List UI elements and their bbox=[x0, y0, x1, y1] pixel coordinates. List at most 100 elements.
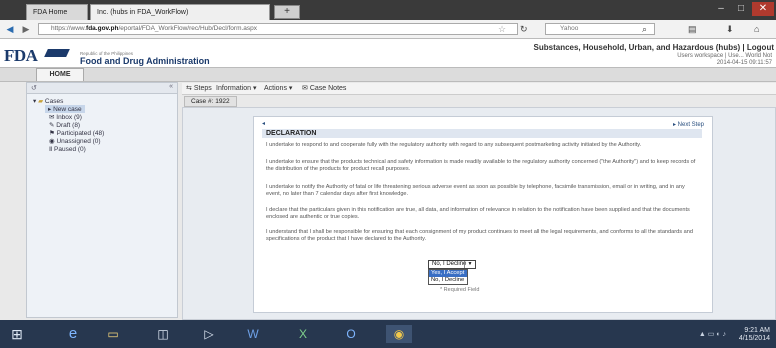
previous-step-icon[interactable]: ◂ bbox=[262, 120, 265, 127]
tab-fda-home[interactable]: FDA Home bbox=[26, 4, 88, 20]
new-tab-button[interactable]: + bbox=[274, 5, 300, 19]
chevron-down-icon: ▾ bbox=[252, 85, 257, 92]
sidebar-item-label: Paused (0) bbox=[54, 146, 86, 153]
home-icon[interactable]: ⌂ bbox=[754, 23, 759, 35]
chrome-icon[interactable]: ◉ bbox=[386, 325, 412, 343]
cases-sidebar: ↺ « ▾ ▰ Cases ▸ New case ✉ Inbox (9) ✎ D… bbox=[26, 82, 178, 318]
url-domain: fda.gov.ph bbox=[86, 25, 119, 32]
back-icon[interactable]: ◀ bbox=[4, 23, 16, 35]
session-date: 2014-04-15 09:11:57 bbox=[716, 60, 772, 66]
paused-icon: Ⅱ bbox=[49, 146, 53, 153]
actions-label: Actions bbox=[264, 85, 287, 92]
collapse-icon[interactable]: « bbox=[169, 83, 173, 90]
maximize-button[interactable]: □ bbox=[732, 2, 750, 16]
forward-icon[interactable]: ▶ bbox=[20, 23, 32, 35]
steps-button[interactable]: ⇆ Steps bbox=[186, 84, 212, 92]
sidebar-item-draft[interactable]: ✎ Draft (8) bbox=[49, 121, 80, 129]
notes-icon: ✉ bbox=[302, 85, 308, 92]
app-title[interactable]: Substances, Household, Urban, and Hazard… bbox=[534, 43, 774, 52]
tab-workflow[interactable]: Inc. (hubs in FDA_WorkFlow) bbox=[90, 4, 270, 20]
url-prefix: https://www. bbox=[51, 25, 87, 32]
internet-explorer-icon[interactable]: e bbox=[60, 325, 86, 343]
required-field-note: * Required Field bbox=[440, 287, 480, 293]
download-icon[interactable]: ⬇ bbox=[726, 23, 734, 35]
folder-icon: ▰ bbox=[38, 98, 44, 105]
clock-time: 9:21 AM bbox=[744, 327, 770, 334]
sidebar-item-unassigned[interactable]: ◉ Unassigned (0) bbox=[49, 137, 101, 145]
system-tray-icons[interactable]: ▲ ▭ ◐ ♪ bbox=[699, 330, 726, 338]
inbox-icon: ✉ bbox=[49, 114, 55, 121]
store-icon[interactable]: ◫ bbox=[150, 325, 176, 343]
chevron-down-icon: ▾ bbox=[288, 85, 293, 92]
sidebar-item-new-case[interactable]: ▸ New case bbox=[45, 105, 85, 113]
minimize-button[interactable]: – bbox=[712, 2, 730, 16]
tab-home[interactable]: HOME bbox=[36, 68, 84, 81]
browser-titlebar: FDA Home Inc. (hubs in FDA_WorkFlow) + –… bbox=[0, 0, 776, 20]
expand-icon: ▾ bbox=[33, 98, 37, 105]
steps-label: Steps bbox=[193, 85, 212, 92]
star-icon[interactable]: ☆ bbox=[498, 23, 506, 35]
option-decline[interactable]: No, I Decline bbox=[429, 277, 467, 284]
sidebar-item-participated[interactable]: ⚑ Participated (48) bbox=[49, 129, 104, 137]
clock[interactable]: 9:21 AM 4/15/2014 bbox=[739, 327, 770, 343]
declaration-paragraph: I declare that the particulars given in … bbox=[266, 207, 690, 220]
new-case-icon: ▸ bbox=[48, 106, 52, 113]
main-nav-bar: HOME bbox=[0, 67, 776, 82]
information-label: Information bbox=[216, 85, 252, 92]
search-icon[interactable]: ⌕ bbox=[642, 23, 647, 35]
case-notes-label: Case Notes bbox=[309, 85, 347, 92]
accept-decline-dropdown: Yes, I Accept No, I Decline bbox=[428, 269, 468, 285]
refresh-tree-icon[interactable]: ↺ bbox=[31, 84, 37, 92]
sidebar-item-paused[interactable]: Ⅱ Paused (0) bbox=[49, 145, 86, 153]
sidebar-item-label: New case bbox=[53, 106, 82, 113]
search-input[interactable]: Yahoo bbox=[545, 23, 655, 35]
sidebar-root-cases[interactable]: ▾ ▰ Cases bbox=[33, 97, 63, 105]
user-info: Users workspace | Use... World Not bbox=[677, 53, 772, 59]
windows-start-icon[interactable]: ⊞ bbox=[4, 325, 30, 343]
case-notes-button[interactable]: ✉ Case Notes bbox=[302, 84, 346, 92]
outlook-icon[interactable]: O bbox=[338, 325, 364, 343]
declaration-paragraph: I undertake to ensure that the products … bbox=[266, 159, 696, 172]
logo-swoosh bbox=[44, 49, 70, 57]
fda-logo: FDA bbox=[4, 46, 38, 65]
case-content-area: ◂ ▸ Next Step DECLARATION I undertake to… bbox=[182, 107, 776, 320]
file-explorer-icon[interactable]: ▭ bbox=[100, 325, 126, 343]
case-number-tab[interactable]: Case #: 1922 bbox=[184, 96, 237, 107]
draft-icon: ✎ bbox=[49, 122, 55, 129]
steps-icon: ⇆ bbox=[186, 85, 192, 92]
agency-name: Food and Drug Administration bbox=[80, 56, 210, 66]
declaration-heading: DECLARATION bbox=[262, 129, 702, 138]
unassigned-icon: ◉ bbox=[49, 138, 55, 145]
option-accept[interactable]: Yes, I Accept bbox=[429, 270, 467, 277]
close-window-button[interactable]: ✕ bbox=[752, 2, 774, 16]
media-icon[interactable]: ▷ bbox=[196, 325, 222, 343]
sidebar-item-label: Inbox (9) bbox=[56, 114, 82, 121]
accept-decline-select[interactable]: No, I Decline ▼ bbox=[428, 260, 476, 269]
next-step-link[interactable]: ▸ Next Step bbox=[673, 121, 704, 128]
case-toolbar: ⇆ Steps Information ▾ Actions ▾ ✉ Case N… bbox=[182, 83, 776, 95]
windows-taskbar: ⊞ e ▭ ◫ ▷ W X O ◉ ▲ ▭ ◐ ♪ 9:21 AM 4/15/2… bbox=[0, 320, 776, 348]
participated-icon: ⚑ bbox=[49, 130, 55, 137]
sidebar-root-label: Cases bbox=[44, 98, 64, 105]
bookmarks-icon[interactable]: ▤ bbox=[688, 23, 697, 35]
word-icon[interactable]: W bbox=[240, 325, 266, 343]
url-path: /eportal/FDA_WorkFlow/rec/Hub/Decl/form.… bbox=[118, 25, 258, 32]
clock-date: 4/15/2014 bbox=[738, 335, 770, 342]
address-bar: ◀ ▶ https://www.fda.gov.ph/eportal/FDA_W… bbox=[0, 20, 776, 39]
site-header: FDA Republic of the Philippines Food and… bbox=[0, 39, 776, 67]
excel-icon[interactable]: X bbox=[290, 325, 316, 343]
select-value: No, I Decline bbox=[432, 261, 467, 267]
information-menu[interactable]: Information ▾ bbox=[216, 84, 257, 92]
declaration-paragraph: I understand that I shall be responsible… bbox=[266, 229, 693, 242]
declaration-paragraph: I undertake to respond to and cooperate … bbox=[266, 142, 642, 148]
declaration-form: ◂ ▸ Next Step DECLARATION I undertake to… bbox=[253, 116, 713, 313]
sidebar-item-label: Unassigned (0) bbox=[56, 138, 101, 145]
sidebar-item-label: Draft (8) bbox=[56, 122, 81, 129]
sidebar-item-inbox[interactable]: ✉ Inbox (9) bbox=[49, 113, 82, 121]
sidebar-header: ↺ « bbox=[27, 83, 177, 94]
actions-menu[interactable]: Actions ▾ bbox=[264, 84, 292, 92]
sidebar-item-label: Participated (48) bbox=[56, 130, 105, 137]
chevron-down-icon[interactable]: ▼ bbox=[464, 261, 475, 268]
refresh-icon[interactable]: ↻ bbox=[520, 23, 528, 35]
url-field[interactable]: https://www.fda.gov.ph/eportal/FDA_WorkF… bbox=[38, 23, 518, 35]
